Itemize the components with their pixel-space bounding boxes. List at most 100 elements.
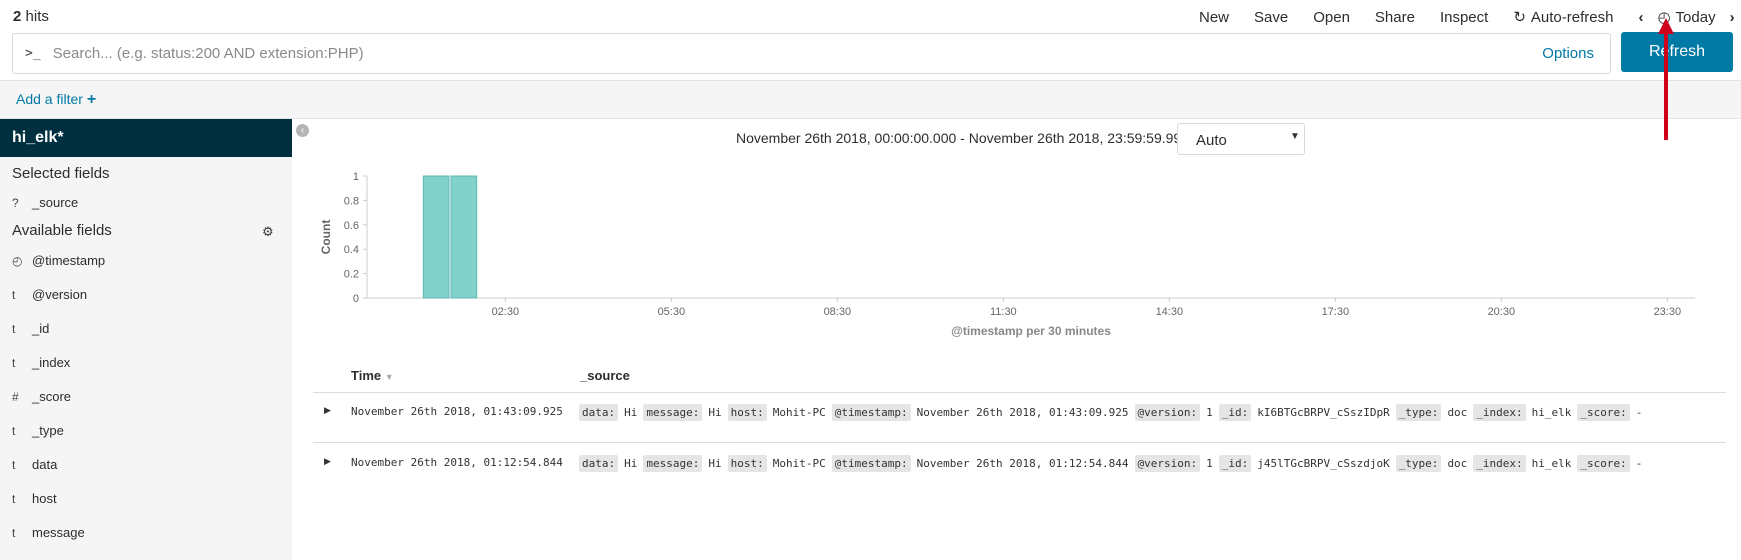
source-field-value: - — [1635, 406, 1643, 419]
hit-count-number: 2 — [13, 8, 22, 25]
next-time-icon[interactable]: › — [1730, 9, 1735, 26]
today-label: Today — [1675, 9, 1716, 26]
interval-select[interactable]: Auto — [1177, 123, 1305, 155]
source-field-value: 1 — [1206, 406, 1213, 419]
source-field-key: @timestamp: — [831, 455, 911, 472]
string-type-icon: t — [12, 525, 16, 540]
source-field-key: data: — [579, 455, 619, 472]
add-filter-link[interactable]: Add a filter + — [16, 91, 96, 109]
string-type-icon: t — [12, 457, 16, 472]
expand-row-icon[interactable]: ▶ — [324, 405, 331, 416]
x-tick-label: 08:30 — [824, 306, 852, 318]
options-link[interactable]: Options — [1542, 45, 1594, 62]
expand-row-icon[interactable]: ▶ — [324, 456, 331, 467]
time-range-label: November 26th 2018, 00:00:00.000 - Novem… — [736, 130, 1207, 146]
row-source: data: Hi message: Hi host: Mohit-PC @timestamp… — [579, 455, 1648, 472]
previous-time-icon[interactable]: ‹ — [1638, 9, 1643, 26]
histogram-bar — [450, 175, 478, 299]
source-field-value: November 26th 2018, 01:43:09.925 — [916, 406, 1129, 419]
source-field-value: doc — [1447, 406, 1468, 419]
refresh-icon: ↻ — [1513, 9, 1526, 26]
header-divider — [313, 392, 1726, 393]
source-field-key: data: — [579, 404, 619, 421]
source-field-value: Mohit-PC — [772, 406, 826, 419]
time-column-header[interactable]: Time ▼ — [351, 368, 394, 383]
sort-icon[interactable]: ▼ — [385, 372, 394, 382]
inspect-button[interactable]: Inspect — [1440, 9, 1488, 26]
index-pattern-title[interactable]: hi_elk* — [0, 119, 292, 157]
field-item-type[interactable]: t _type — [12, 423, 64, 438]
source-field-key: _index: — [1473, 455, 1526, 472]
share-button[interactable]: Share — [1375, 9, 1415, 26]
search-input[interactable] — [52, 45, 1543, 62]
field-item-score[interactable]: # _score — [12, 389, 71, 404]
hit-count-label: hits — [25, 8, 49, 25]
field-item-data[interactable]: t data — [12, 457, 57, 472]
source-field-key: message: — [643, 455, 703, 472]
source-field-key: @version: — [1134, 455, 1201, 472]
source-field-value: Hi — [624, 457, 638, 470]
source-field-key: _type: — [1395, 404, 1442, 421]
time-column-label: Time — [351, 368, 382, 383]
field-item-version[interactable]: t @version — [12, 287, 87, 302]
source-field-key: @timestamp: — [831, 404, 911, 421]
source-field-key: _id: — [1218, 455, 1252, 472]
row-source: data: Hi message: Hi host: Mohit-PC @timestamp… — [579, 404, 1648, 421]
field-name: @timestamp — [32, 253, 106, 268]
y-tick-label: 0.6 — [344, 220, 359, 232]
y-tick-label: 0 — [353, 293, 359, 305]
source-field-key: host: — [727, 404, 767, 421]
x-tick-label: 05:30 — [658, 306, 686, 318]
source-field-value: - — [1635, 457, 1643, 470]
field-item-source[interactable]: ? _source — [12, 195, 78, 210]
filter-bar — [0, 80, 1741, 119]
available-fields-heading: Available fields — [12, 222, 112, 239]
source-field-key: host: — [727, 455, 767, 472]
field-name: data — [32, 457, 58, 472]
source-column-header: _source — [580, 368, 630, 383]
annotation-arrow — [1658, 18, 1674, 140]
unknown-type-icon: ? — [12, 195, 19, 210]
field-item-id[interactable]: t _id — [12, 321, 49, 336]
field-name: _type — [32, 423, 64, 438]
histogram-chart: 0 0.2 0.4 0.6 0.8 1 02:30 05:30 08:30 11:30 14:30 1… — [319, 171, 1695, 338]
string-type-icon: t — [12, 287, 16, 302]
search-bar: >_ Options — [12, 33, 1611, 74]
field-item-timestamp[interactable]: ◴ @timestamp — [12, 253, 105, 268]
source-field-key: _type: — [1395, 455, 1442, 472]
collapse-sidebar-icon[interactable]: ‹ — [296, 124, 309, 137]
source-field-value: Mohit-PC — [772, 457, 826, 470]
selected-fields-heading: Selected fields — [12, 165, 110, 182]
open-button[interactable]: Open — [1313, 9, 1350, 26]
refresh-button[interactable]: Refresh — [1621, 32, 1733, 72]
auto-refresh-button[interactable]: ↻ Auto-refresh — [1513, 8, 1613, 26]
x-tick-label: 11:30 — [990, 306, 1017, 318]
field-name: @version — [32, 287, 88, 302]
string-type-icon: t — [12, 423, 16, 438]
source-field-value: kI6BTGcBRPV_cSszIDpR — [1257, 406, 1390, 419]
field-item-index[interactable]: t _index — [12, 355, 70, 370]
field-item-host[interactable]: t host — [12, 491, 57, 506]
field-name: _index — [32, 355, 71, 370]
new-button[interactable]: New — [1199, 9, 1229, 26]
x-tick-label: 14:30 — [1156, 306, 1184, 318]
arrow-head — [1658, 18, 1674, 34]
row-time: November 26th 2018, 01:43:09.925 — [351, 405, 563, 418]
field-item-message[interactable]: t message — [12, 525, 85, 540]
field-name: _source — [32, 195, 79, 210]
save-button[interactable]: Save — [1254, 9, 1288, 26]
source-field-key: _score: — [1577, 455, 1630, 472]
source-field-value: doc — [1447, 457, 1468, 470]
caret-down-icon: ▼ — [1290, 131, 1300, 142]
string-type-icon: t — [12, 321, 16, 336]
y-tick-label: 0.2 — [344, 269, 359, 281]
clock-icon: ◴ — [12, 253, 23, 268]
source-field-key: _id: — [1218, 404, 1252, 421]
query-prompt-icon: >_ — [25, 46, 41, 61]
gear-icon[interactable]: ⚙ — [262, 224, 274, 240]
add-filter-label: Add a filter — [16, 91, 83, 107]
source-field-value: j45lTGcBRPV_cSszdjoK — [1257, 457, 1390, 470]
source-field-value: Hi — [708, 457, 722, 470]
source-field-key: message: — [643, 404, 703, 421]
y-tick-label: 0.8 — [344, 195, 359, 207]
